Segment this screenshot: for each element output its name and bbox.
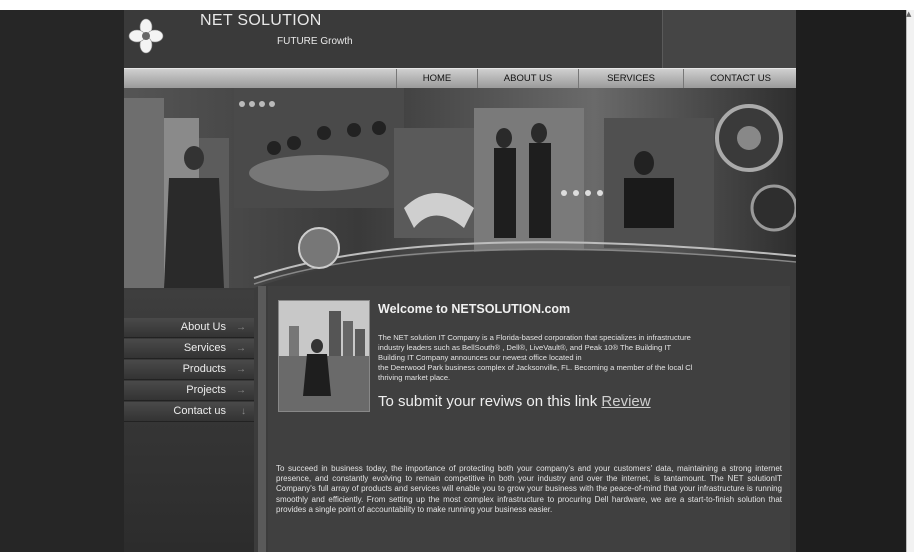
arrow-right-icon: → xyxy=(236,322,246,333)
site-title: NET SOLUTION xyxy=(200,12,322,29)
left-background xyxy=(0,10,124,552)
sidebar-item-contact-us[interactable]: Contact us ↓ xyxy=(124,402,254,422)
businessman-photo xyxy=(278,300,370,412)
nav-contact-us[interactable]: CONTACT US xyxy=(683,69,796,88)
sidebar-item-about-us[interactable]: About Us → xyxy=(124,318,254,338)
sidebar-item-label: About Us xyxy=(180,321,226,333)
nav-services[interactable]: SERVICES xyxy=(578,69,683,88)
arrow-right-icon: → xyxy=(236,343,246,354)
sidebar-menu: About Us → Services → Products → Project… xyxy=(124,290,254,552)
sidebar-item-label: Products xyxy=(182,363,226,375)
arrow-right-icon: → xyxy=(236,385,246,396)
content-divider xyxy=(258,286,266,552)
nav-home[interactable]: HOME xyxy=(396,69,477,88)
intro-paragraph: The NET solution IT Company is a Florida… xyxy=(378,333,693,382)
review-prompt-text: To submit your reviws on this link xyxy=(378,393,598,410)
vertical-scrollbar[interactable] xyxy=(906,10,914,552)
nav-about-us[interactable]: ABOUT US xyxy=(477,69,578,88)
arrow-down-icon: ↓ xyxy=(241,406,246,417)
main-content: Welcome to NETSOLUTION.com The NET solut… xyxy=(268,286,790,552)
sidebar-item-products[interactable]: Products → xyxy=(124,360,254,380)
sidebar-item-projects[interactable]: Projects → xyxy=(124,381,254,401)
sidebar-item-label: Contact us xyxy=(173,405,226,417)
header-right-panel xyxy=(662,10,796,68)
browser-top-edge xyxy=(0,0,914,10)
review-link[interactable]: Review xyxy=(601,393,650,410)
right-background xyxy=(796,10,906,552)
sidebar-item-label: Services xyxy=(183,342,226,354)
flower-logo-icon[interactable] xyxy=(128,18,164,54)
sidebar-item-label: Projects xyxy=(186,384,226,396)
page-container: NET SOLUTION FUTURE Growth HOME ABOUT US… xyxy=(124,10,796,552)
welcome-heading: Welcome to NETSOLUTION.com xyxy=(378,302,571,316)
sidebar-item-services[interactable]: Services → xyxy=(124,339,254,359)
site-header: NET SOLUTION FUTURE Growth xyxy=(124,10,796,68)
review-prompt: To submit your reviws on this link Revie… xyxy=(378,393,651,410)
site-tagline: FUTURE Growth xyxy=(277,36,353,47)
top-navigation: HOME ABOUT US SERVICES CONTACT US xyxy=(124,68,796,89)
header-banner-image xyxy=(124,88,796,288)
body-paragraph: To succeed in business today, the import… xyxy=(276,464,782,514)
arrow-right-icon: → xyxy=(236,364,246,375)
scroll-up-arrow-icon[interactable]: ▲ xyxy=(906,10,911,18)
